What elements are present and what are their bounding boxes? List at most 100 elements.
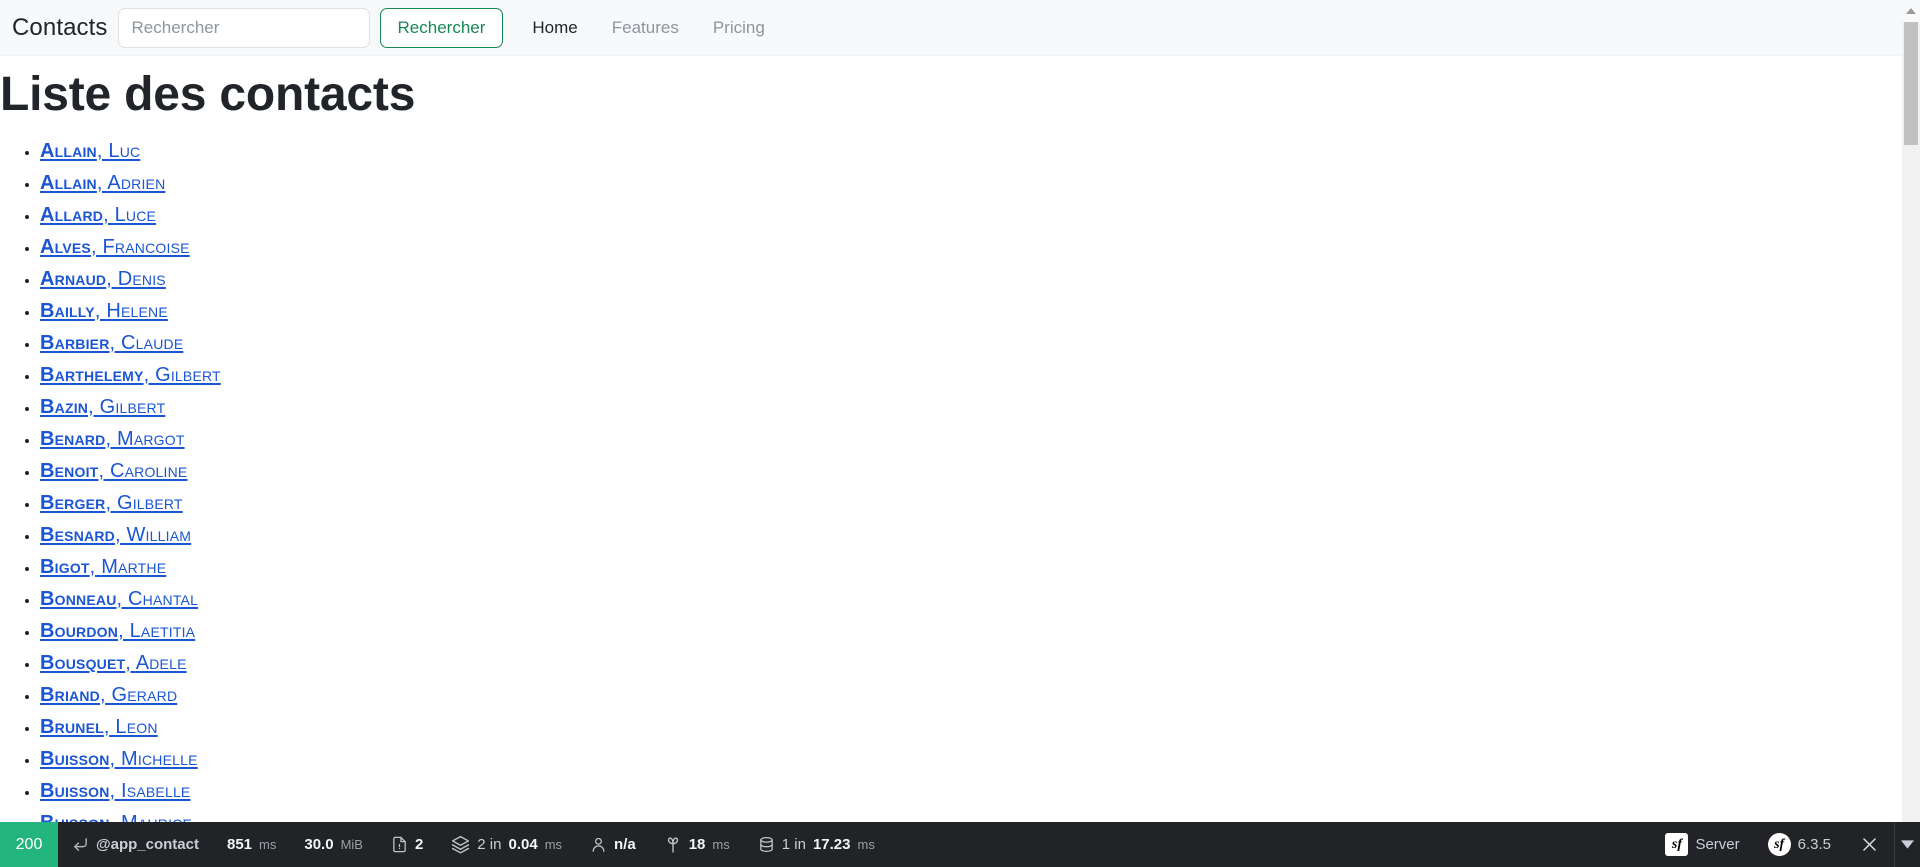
list-item: Bonneau, Chantal xyxy=(40,584,1902,616)
contact-link[interactable]: Brunel, Leon xyxy=(40,716,158,738)
contact-first-name: Denis xyxy=(117,267,166,290)
brand-title[interactable]: Contacts xyxy=(8,14,118,42)
contact-link[interactable]: Bourdon, Laetitia xyxy=(40,620,195,642)
contact-last-name: Alves xyxy=(40,235,91,258)
list-item: Allain, Adrien xyxy=(40,168,1902,200)
contact-link[interactable]: Bazin, Gilbert xyxy=(40,396,165,418)
list-item: Allain, Luc xyxy=(40,136,1902,168)
wdt-database-item[interactable]: 1 in 17.23 ms xyxy=(744,822,889,867)
contact-link[interactable]: Benard, Margot xyxy=(40,428,185,450)
route-arrow-icon xyxy=(72,836,89,853)
wdt-server-label: Server xyxy=(1695,836,1740,853)
contact-link[interactable]: Bailly, Helene xyxy=(40,300,168,322)
contact-last-name: Bailly xyxy=(40,299,95,322)
contact-name-separator: , xyxy=(105,491,117,514)
wdt-version-value: 6.3.5 xyxy=(1797,836,1831,853)
contact-first-name: Laetitia xyxy=(129,619,196,642)
scroll-up-button[interactable] xyxy=(1902,0,1920,22)
contact-name-separator: , xyxy=(96,139,109,162)
search-input[interactable] xyxy=(117,7,370,48)
contact-first-name: Margot xyxy=(116,427,185,450)
list-item: Alves, Francoise xyxy=(40,232,1902,264)
contact-first-name: Gerard xyxy=(111,683,178,706)
contact-last-name: Buisson xyxy=(40,779,110,802)
contact-link[interactable]: Buisson, Michelle xyxy=(40,748,198,770)
contact-last-name: Benoit xyxy=(40,459,99,482)
contact-first-name: Luc xyxy=(108,139,141,162)
wdt-memory-unit: MiB xyxy=(340,837,363,852)
wdt-expand-button[interactable] xyxy=(1894,822,1920,867)
contact-first-name: Claude xyxy=(121,331,184,354)
wdt-route-item[interactable]: @app_contact xyxy=(58,822,213,867)
contact-link[interactable]: Bigot, Marthe xyxy=(40,556,166,578)
contact-last-name: Barthelemy xyxy=(40,363,144,386)
contact-link[interactable]: Alves, Francoise xyxy=(40,236,190,258)
list-item: Barthelemy, Gilbert xyxy=(40,360,1902,392)
twig-leaf-icon xyxy=(664,835,682,854)
list-item: Bourdon, Laetitia xyxy=(40,616,1902,648)
wdt-db-unit: ms xyxy=(857,837,875,852)
contact-link[interactable]: Allain, Adrien xyxy=(40,172,165,194)
contact-list: Allain, Luc Allain, Adrien Allard, Luce Alv… xyxy=(0,136,1902,867)
contact-name-separator: , xyxy=(109,779,122,802)
contact-last-name: Barbier xyxy=(40,331,110,354)
nav-links: Home Features Pricing xyxy=(515,18,781,38)
contact-link[interactable]: Barthelemy, Gilbert xyxy=(40,364,221,386)
wdt-status-code[interactable]: 200 xyxy=(0,822,58,867)
nav-link-pricing[interactable]: Pricing xyxy=(696,18,782,38)
nav-link-features[interactable]: Features xyxy=(595,18,696,38)
wdt-security-item[interactable]: n/a xyxy=(576,822,650,867)
contact-name-separator: , xyxy=(116,587,129,610)
wdt-security-value: n/a xyxy=(614,836,636,853)
wdt-forms-item[interactable]: 2 xyxy=(377,822,437,867)
contact-name-separator: , xyxy=(99,683,112,706)
user-icon xyxy=(590,835,607,854)
wdt-twig-item[interactable]: 18 ms xyxy=(650,822,744,867)
contact-last-name: Allain xyxy=(40,171,97,194)
wdt-duration-item[interactable]: 851 ms xyxy=(213,822,290,867)
web-debug-toolbar: 200 @app_contact 851 ms 30.0 MiB 2 2 in … xyxy=(0,822,1920,867)
wdt-right-group: sf Server sf 6.3.5 xyxy=(1651,822,1920,867)
contact-last-name: Allard xyxy=(40,203,104,226)
search-submit-button[interactable]: Rechercher xyxy=(379,7,504,48)
wdt-left-group: 200 @app_contact 851 ms 30.0 MiB 2 2 in … xyxy=(0,822,889,867)
browser-page: Contacts Rechercher Home Features Pricin… xyxy=(0,0,1920,867)
contact-link[interactable]: Briand, Gerard xyxy=(40,684,177,706)
wdt-duration-unit: ms xyxy=(259,837,277,852)
list-item: Buisson, Isabelle xyxy=(40,776,1902,808)
symfony-version-icon: sf xyxy=(1767,833,1791,856)
scrollbar-thumb[interactable] xyxy=(1904,22,1918,145)
list-item: Arnaud, Denis xyxy=(40,264,1902,296)
contact-link[interactable]: Allain, Luc xyxy=(40,140,140,162)
nav-link-home[interactable]: Home xyxy=(515,18,594,38)
contact-link[interactable]: Benoit, Caroline xyxy=(40,460,187,482)
wdt-server-item[interactable]: sf Server xyxy=(1651,822,1753,867)
form-document-icon xyxy=(391,835,408,854)
contact-link[interactable]: Allard, Luce xyxy=(40,204,156,226)
contact-link[interactable]: Buisson, Isabelle xyxy=(40,780,190,802)
wdt-cache-item[interactable]: 2 in 0.04 ms xyxy=(437,822,576,867)
database-icon xyxy=(758,835,775,854)
contact-link[interactable]: Bousquet, Adele xyxy=(40,652,187,674)
contact-last-name: Bousquet xyxy=(40,651,126,674)
contact-link[interactable]: Besnard, William xyxy=(40,524,191,546)
wdt-cache-value: 0.04 xyxy=(508,836,538,853)
wdt-memory-item[interactable]: 30.0 MiB xyxy=(290,822,377,867)
wdt-close-button[interactable] xyxy=(1845,822,1894,867)
list-item: Besnard, William xyxy=(40,520,1902,552)
contact-last-name: Brunel xyxy=(40,715,104,738)
navbar: Contacts Rechercher Home Features Pricin… xyxy=(0,0,1920,56)
contact-link[interactable]: Bonneau, Chantal xyxy=(40,588,198,610)
wdt-version-item[interactable]: sf 6.3.5 xyxy=(1754,822,1845,867)
contact-last-name: Buisson xyxy=(40,747,110,770)
chevron-down-icon xyxy=(1901,840,1914,849)
wdt-route-name: @app_contact xyxy=(96,836,199,853)
vertical-scrollbar[interactable] xyxy=(1902,0,1920,822)
contact-link[interactable]: Barbier, Claude xyxy=(40,332,183,354)
contact-last-name: Allain xyxy=(40,139,97,162)
contact-last-name: Bazin xyxy=(40,395,89,418)
wdt-db-value: 17.23 xyxy=(812,836,851,853)
contact-link[interactable]: Berger, Gilbert xyxy=(40,492,183,514)
list-item: Allard, Luce xyxy=(40,200,1902,232)
contact-link[interactable]: Arnaud, Denis xyxy=(40,268,166,290)
